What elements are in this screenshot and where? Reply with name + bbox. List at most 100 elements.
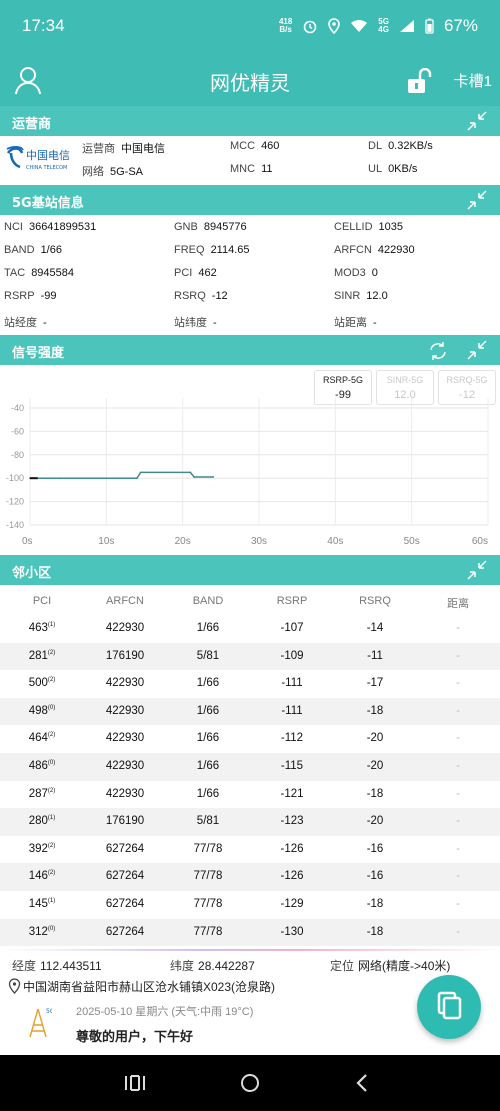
x-tick-label: 30s	[251, 536, 267, 547]
neighbor-pci: 464(2)	[28, 732, 56, 745]
date-weather: 2025-05-10 星期六 (天气:中雨 19°C)	[76, 1006, 254, 1018]
table-row[interactable]: 287(2) 422930 1/66 -121 -18 -	[0, 781, 500, 809]
neighbor-band: 1/66	[196, 622, 220, 634]
neighbor-arfcn: 422930	[105, 704, 145, 717]
china-telecom-logo-icon: 中国电信 CHINA TELECOM	[6, 145, 70, 171]
nci-field: NCI 36641899531	[4, 221, 97, 233]
arfcn-field: ARFCN 422930	[334, 244, 415, 256]
x-tick-label: 0s	[22, 536, 33, 547]
table-row[interactable]: 281(2) 176190 5/81 -109 -11 -	[0, 642, 500, 671]
neighbor-tag: (0)	[47, 760, 56, 767]
copy-fab-button[interactable]	[417, 975, 481, 1039]
home-icon[interactable]	[239, 1072, 261, 1094]
sim-5g-badge: 5G 4G	[378, 17, 389, 34]
neighbor-rsrp: -111	[281, 704, 303, 717]
neighbor-band: 1/66	[196, 677, 220, 690]
neighbor-rsrq: -17	[366, 677, 384, 690]
refresh-icon[interactable]	[426, 339, 450, 363]
neighbor-pci: 146(2)	[28, 870, 56, 883]
y-tick-label: -80	[11, 450, 24, 460]
y-tick-label: -140	[6, 520, 24, 530]
section-title: 运营商	[12, 117, 52, 132]
neighbor-arfcn: 627264	[105, 870, 145, 883]
neighbor-rsrq: -18	[366, 704, 384, 717]
table-row[interactable]: 312(0) 627264 77/78 -130 -18 -	[0, 918, 500, 947]
neighbor-rsrq: -20	[366, 760, 384, 772]
neighbor-rsrq: -16	[366, 870, 384, 883]
mcc-value: MCC 460	[230, 140, 280, 152]
neighbor-rsrq: -20	[366, 815, 384, 828]
neighbor-rsrp: -121	[280, 787, 304, 800]
neighbor-arfcn: 627264	[105, 842, 145, 855]
wifi-icon	[351, 19, 368, 32]
neighbor-distance: -	[456, 842, 460, 855]
ul-speed: UL 0KB/s	[368, 163, 418, 175]
table-row[interactable]: 500(2) 422930 1/66 -111 -17 -	[0, 670, 500, 698]
table-row[interactable]: 464(2) 422930 1/66 -112 -20 -	[0, 725, 500, 753]
data-point	[139, 471, 142, 474]
section-title: 信号强度	[12, 346, 65, 361]
rsrq-field: RSRQ -12	[174, 290, 228, 302]
table-row[interactable]: 145(1) 627264 77/78 -129 -18 -	[0, 891, 500, 919]
cellid-field: CELLID 1035	[334, 221, 404, 233]
neighbor-pci: 281(2)	[28, 649, 56, 662]
neighbor-band: 5/81	[196, 815, 220, 828]
sim-card-selector[interactable]: 卡槽1	[454, 70, 492, 91]
collapse-icon[interactable]	[466, 110, 488, 132]
table-row[interactable]: 463(1) 422930 1/66 -107 -14 -	[0, 615, 500, 643]
table-row[interactable]: 498(0) 422930 1/66 -111 -18 -	[0, 697, 500, 726]
table-row[interactable]: 280(1) 176190 5/81 -123 -20 -	[0, 808, 500, 836]
data-point	[59, 477, 62, 480]
neighbor-band: 77/78	[193, 842, 223, 855]
neighbor-distance: -	[456, 704, 460, 717]
data-point	[212, 476, 215, 478]
neighbor-arfcn: 176190	[105, 815, 145, 828]
neighbor-section-header: 邻小区	[0, 555, 500, 585]
unlock-icon[interactable]	[406, 68, 434, 94]
y-tick-label: -60	[11, 426, 24, 436]
pin-icon	[8, 978, 21, 994]
net-speed-indicator: 418 B/s	[278, 17, 293, 34]
neighbor-arfcn: 422930	[105, 787, 145, 800]
neighbor-arfcn: 422930	[105, 732, 145, 745]
neighbor-distance: -	[456, 649, 460, 662]
latitude-field: 纬度 28.442287	[170, 959, 255, 973]
neighbor-rsrp: -107	[280, 622, 304, 634]
neighbor-distance: -	[456, 677, 460, 690]
section-title: 邻小区	[12, 566, 52, 581]
neighbor-rsrq: -16	[366, 842, 384, 855]
svg-text:中国电信: 中国电信	[26, 149, 70, 162]
data-point	[193, 476, 196, 478]
neighbor-tag: (2)	[47, 732, 56, 739]
table-row[interactable]: 146(2) 627264 77/78 -126 -16 -	[0, 863, 500, 891]
address-text: 中国湖南省益阳市赫山区沧水铺镇X023(沧泉路)	[23, 980, 276, 994]
station-latitude-field: 站纬度 -	[174, 317, 217, 329]
copy-icon	[437, 991, 462, 1020]
neighbor-rsrp: -115	[280, 760, 304, 772]
neighbor-band: 5/81	[196, 649, 220, 662]
table-row[interactable]: 392(2) 627264 77/78 -126 -16 -	[0, 836, 500, 864]
neighbor-rsrp: -126	[280, 870, 304, 883]
neighbor-rsrq: -20	[366, 732, 384, 745]
neighbor-distance: -	[456, 760, 460, 772]
header-rsrq: RSRQ	[359, 595, 391, 607]
neighbor-pci: 280(1)	[28, 815, 56, 828]
collapse-icon[interactable]	[466, 559, 488, 581]
status-time: 17:34	[22, 16, 65, 35]
neighbor-arfcn: 422930	[105, 677, 145, 690]
divider	[0, 949, 500, 951]
table-row[interactable]: 486(0) 422930 1/66 -115 -20 -	[0, 753, 500, 781]
back-icon[interactable]	[354, 1072, 370, 1094]
sinr-field: SINR 12.0	[334, 290, 388, 302]
x-tick-label: 60s	[472, 536, 488, 547]
neighbor-distance: -	[456, 925, 460, 938]
neighbor-arfcn: 627264	[105, 925, 145, 938]
neighbor-table-header: PCI ARFCN BAND RSRP RSRQ 距离	[0, 588, 500, 614]
recents-icon[interactable]	[124, 1073, 146, 1093]
collapse-icon[interactable]	[466, 189, 488, 211]
section-title: 5G基站信息	[12, 196, 84, 211]
greeting: 尊敬的用户，下午好	[76, 1029, 194, 1044]
neighbor-pci: 392(2)	[28, 842, 56, 855]
collapse-icon[interactable]	[466, 339, 488, 361]
alarm-icon	[303, 20, 317, 34]
